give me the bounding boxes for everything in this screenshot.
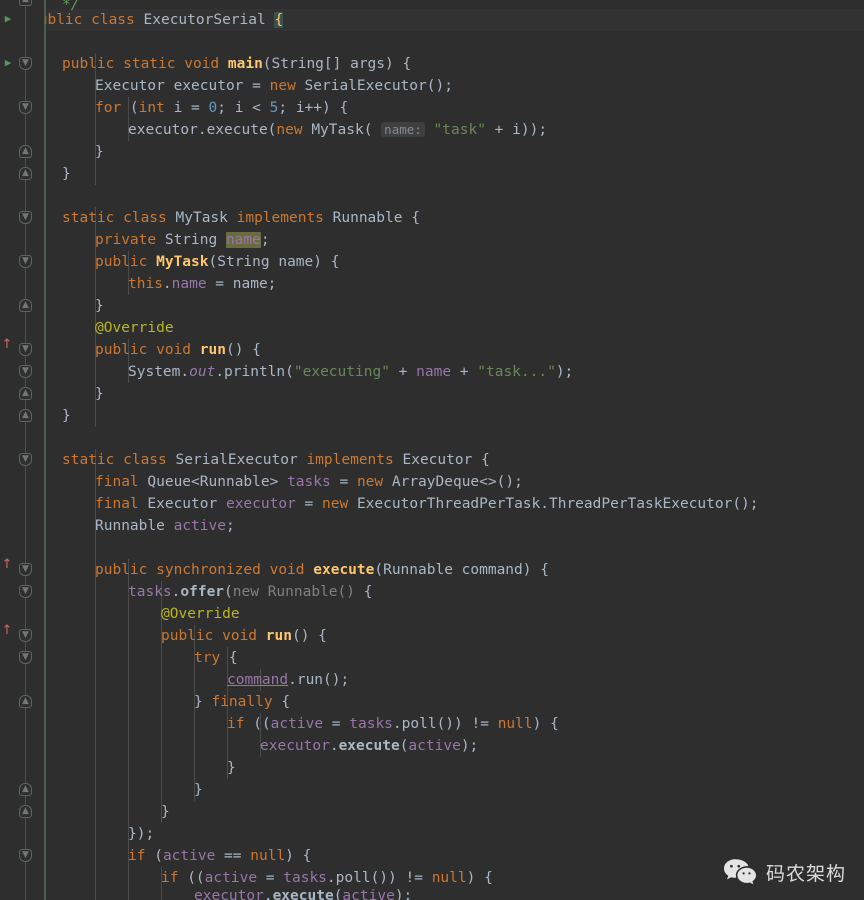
code-line[interactable]: }: [194, 779, 203, 801]
implements-marker-run-anon[interactable]: ↑: [1, 624, 13, 638]
fold-open-for[interactable]: ▼: [19, 101, 32, 114]
fold-open-mytask[interactable]: ▼: [19, 211, 32, 224]
watermark: 码农架构: [723, 858, 846, 886]
code-line[interactable]: executor.execute(new MyTask( name: "task…: [128, 119, 547, 141]
code-editor[interactable]: */ public class ExecutorSerial { public …: [0, 0, 864, 900]
code-line[interactable]: public static void main(String[] args) {: [62, 53, 411, 75]
code-line[interactable]: public synchronized void execute(Runnabl…: [95, 559, 549, 581]
fold-open-serialexecutor[interactable]: ▼: [19, 453, 32, 466]
code-line[interactable]: @Override: [95, 317, 174, 339]
code-line[interactable]: for (int i = 0; i < 5; i++) {: [95, 97, 348, 119]
fold-open-try[interactable]: ▼: [19, 651, 32, 664]
code-line[interactable]: @Override: [161, 603, 240, 625]
fold-close-anon-runnable[interactable]: ▲: [19, 805, 32, 818]
code-line[interactable]: public void run() {: [161, 625, 327, 647]
code-line[interactable]: this.name = name;: [128, 273, 276, 295]
code-line[interactable]: }: [161, 801, 170, 823]
code-line[interactable]: static class MyTask implements Runnable …: [62, 207, 420, 229]
fold-close-anon-run[interactable]: ▲: [19, 783, 32, 796]
fold-open-if-active-null[interactable]: ▼: [19, 849, 32, 862]
fold-open-execute[interactable]: ▼: [19, 563, 32, 576]
run-class-marker[interactable]: ▶: [2, 13, 14, 25]
implements-marker-execute[interactable]: ↑: [1, 558, 13, 572]
code-line[interactable]: }: [62, 163, 71, 185]
fold-rail: [25, 0, 26, 900]
editor-gutter[interactable]: ▲ ▶ ▶ ↑ ↑ ↑ ▼ ▼ ▲ ▲ ▼ ▼ ▲ ▼ ▼ ▲ ▲ ▼ ▼ ▼ …: [0, 0, 44, 900]
code-line[interactable]: Runnable active;: [95, 515, 235, 537]
vcs-changed-lines-stripe[interactable]: [44, 0, 46, 900]
code-line[interactable]: System.out.println("executing" + name + …: [128, 361, 573, 383]
fold-open-run[interactable]: ▼: [19, 343, 32, 356]
run-main-method-marker[interactable]: ▶: [2, 57, 14, 69]
code-line[interactable]: }: [95, 141, 104, 163]
wechat-icon: [723, 858, 757, 886]
fold-marker-partial-top[interactable]: ▲: [19, 0, 32, 6]
code-line[interactable]: final Queue<Runnable> tasks = new ArrayD…: [95, 471, 523, 493]
code-line[interactable]: if ((active = tasks.poll()) != null) {: [227, 713, 559, 735]
code-line[interactable]: tasks.offer(new Runnable() {: [128, 581, 372, 603]
fold-close-mytask[interactable]: ▲: [19, 409, 32, 422]
code-line[interactable]: executor.execute(active);: [260, 735, 478, 757]
fold-close-constructor[interactable]: ▲: [19, 299, 32, 312]
code-line[interactable]: }: [95, 383, 104, 405]
code-line[interactable]: try {: [194, 647, 238, 669]
code-line[interactable]: public MyTask(String name) {: [95, 251, 339, 273]
implements-marker-run[interactable]: ↑: [1, 338, 13, 352]
code-line[interactable]: }: [95, 295, 104, 317]
fold-open-run-body[interactable]: ▼: [19, 365, 32, 378]
code-line[interactable]: public class ExecutorSerial {: [30, 9, 284, 31]
fold-open-main[interactable]: ▼: [19, 57, 32, 70]
fold-open-anon-runnable[interactable]: ▼: [19, 585, 32, 598]
fold-open-constructor[interactable]: ▼: [19, 255, 32, 268]
code-line[interactable]: });: [128, 823, 154, 845]
fold-close-main[interactable]: ▲: [19, 167, 32, 180]
code-line[interactable]: executor.execute(active);: [194, 885, 412, 900]
fold-open-anon-run[interactable]: ▼: [19, 629, 32, 642]
watermark-label: 码农架构: [765, 862, 846, 885]
code-line[interactable]: }: [227, 757, 236, 779]
code-text-surface[interactable]: */ public class ExecutorSerial { public …: [0, 0, 864, 900]
code-line[interactable]: } finally {: [194, 691, 290, 713]
code-line[interactable]: static class SerialExecutor implements E…: [62, 449, 490, 471]
code-line[interactable]: }: [62, 405, 71, 427]
fold-close-try[interactable]: ▲: [19, 695, 32, 708]
code-line[interactable]: if (active == null) {: [128, 845, 311, 867]
code-line[interactable]: final Executor executor = new ExecutorTh…: [95, 493, 759, 515]
code-line[interactable]: Executor executor = new SerialExecutor()…: [95, 75, 453, 97]
code-line[interactable]: public void run() {: [95, 339, 261, 361]
code-line[interactable]: command.run();: [227, 669, 349, 691]
fold-close-for[interactable]: ▲: [19, 145, 32, 158]
parameter-name-inlay-hint: name:: [381, 122, 425, 137]
code-line[interactable]: private String name;: [95, 229, 270, 251]
fold-close-run[interactable]: ▲: [19, 387, 32, 400]
